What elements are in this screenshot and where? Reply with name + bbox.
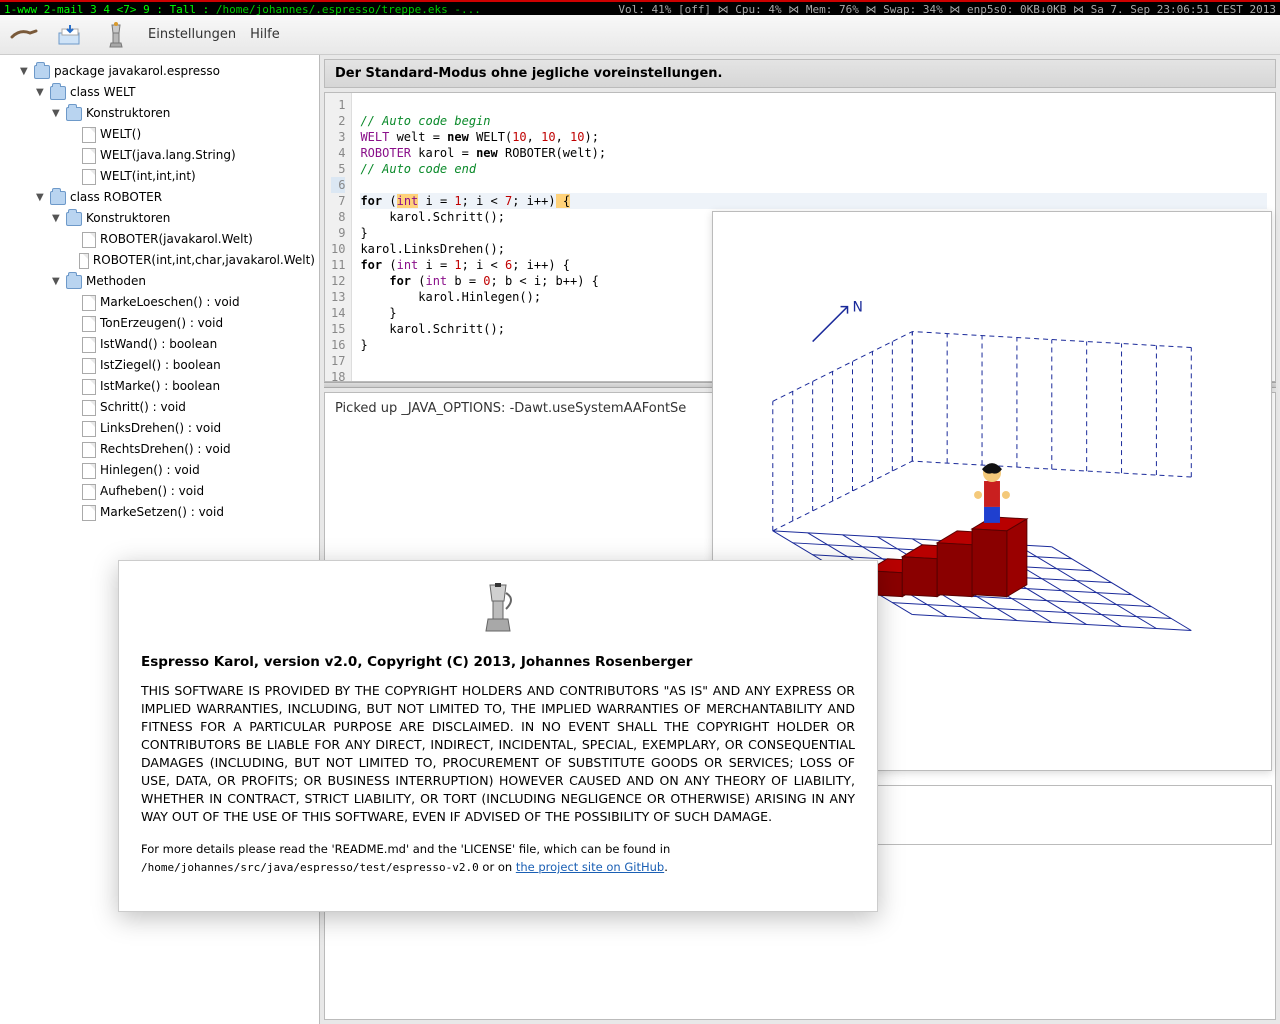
about-more: For more details please read the 'README… (141, 840, 855, 877)
file-icon (82, 316, 96, 332)
tree-item[interactable]: ROBOTER(int,int,char,javakarol.Welt) (93, 250, 315, 271)
file-icon (82, 505, 96, 521)
tree-item[interactable]: RechtsDrehen() : void (100, 439, 231, 460)
tree-konstruktoren[interactable]: Konstruktoren (86, 103, 170, 124)
tree-item[interactable]: WELT(int,int,int) (100, 166, 196, 187)
karol-robot-icon (974, 463, 1010, 523)
tree-package[interactable]: package javakarol.espresso (54, 61, 220, 82)
line-gutter: 123456789101112131415161718192021 (325, 93, 352, 381)
espresso-icon[interactable] (102, 21, 130, 49)
menu-settings[interactable]: Einstellungen (148, 27, 236, 42)
file-icon (82, 169, 96, 185)
tree-item[interactable]: WELT(java.lang.String) (100, 145, 236, 166)
github-link[interactable]: the project site on GitHub (516, 860, 664, 874)
class-icon (50, 191, 66, 205)
page-title: Der Standard-Modus ohne jegliche voreins… (324, 59, 1276, 88)
open-icon[interactable] (56, 21, 84, 49)
tree-item[interactable]: Schritt() : void (100, 397, 186, 418)
tree-item[interactable]: LinksDrehen() : void (100, 418, 221, 439)
file-icon (82, 127, 96, 143)
desktop-status-bar: 1-www 2-mail 3 4 <7> 9 : Tall : /home/jo… (0, 0, 1280, 15)
file-icon (82, 337, 96, 353)
tree-methoden[interactable]: Methoden (86, 271, 146, 292)
file-icon (82, 421, 96, 437)
about-title: Espresso Karol, version v2.0, Copyright … (141, 654, 855, 670)
folder-icon (66, 212, 82, 226)
file-icon (82, 148, 96, 164)
espresso-logo-icon (141, 581, 855, 640)
run-icon[interactable] (10, 21, 38, 49)
workspace-list: 1-www 2-mail 3 4 <7> 9 : Tall : (4, 3, 216, 16)
tree-konstruktoren[interactable]: Konstruktoren (86, 208, 170, 229)
app-toolbar: Einstellungen Hilfe (0, 15, 1280, 55)
about-dialog[interactable]: Espresso Karol, version v2.0, Copyright … (118, 560, 878, 912)
window-title-path: /home/johannes/.espresso/treppe.eks -... (216, 3, 481, 16)
file-icon (82, 400, 96, 416)
folder-icon (66, 275, 82, 289)
file-icon (82, 484, 96, 500)
folder-icon (66, 107, 82, 121)
tree-item[interactable]: TonErzeugen() : void (100, 313, 223, 334)
package-icon (34, 65, 50, 79)
tree-item[interactable]: ROBOTER(javakarol.Welt) (100, 229, 253, 250)
file-icon (82, 463, 96, 479)
console-line: Picked up _JAVA_OPTIONS: -Dawt.useSystem… (335, 401, 686, 416)
tree-item[interactable]: Aufheben() : void (100, 481, 204, 502)
file-icon (82, 232, 96, 248)
tree-item[interactable]: MarkeLoeschen() : void (100, 292, 240, 313)
menu-help[interactable]: Hilfe (250, 27, 280, 42)
class-icon (50, 86, 66, 100)
tree-item[interactable]: WELT() (100, 124, 141, 145)
file-icon (82, 379, 96, 395)
file-icon (82, 295, 96, 311)
tree-item[interactable]: IstWand() : boolean (100, 334, 217, 355)
file-icon (82, 442, 96, 458)
tree-item[interactable]: MarkeSetzen() : void (100, 502, 224, 523)
tree-item[interactable]: IstZiegel() : boolean (100, 355, 221, 376)
tree-class-welt[interactable]: class WELT (70, 82, 135, 103)
compass-north-label: N (853, 300, 863, 316)
file-icon (82, 358, 96, 374)
tree-class-roboter[interactable]: class ROBOTER (70, 187, 162, 208)
tree-item[interactable]: IstMarke() : boolean (100, 376, 220, 397)
system-stats: Vol: 41% [off] ⋈ Cpu: 4% ⋈ Mem: 76% ⋈ Sw… (618, 2, 1276, 15)
about-license-text: THIS SOFTWARE IS PROVIDED BY THE COPYRIG… (141, 682, 855, 826)
tree-item[interactable]: Hinlegen() : void (100, 460, 200, 481)
file-icon (79, 253, 89, 269)
